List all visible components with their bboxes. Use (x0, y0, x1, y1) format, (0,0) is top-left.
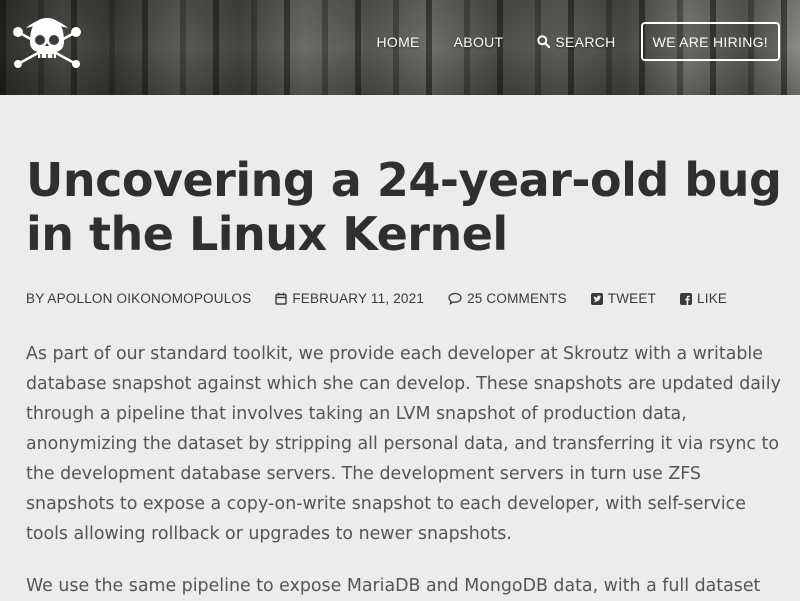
article-paragraph: We use the same pipeline to expose Maria… (26, 576, 761, 596)
nav-search-link[interactable]: SEARCH (537, 34, 615, 50)
main-nav: HOME ABOUT SEARCH WE ARE HIRING! (376, 22, 780, 61)
author-text: BY APOLLON OIKONOMOPOULOS (26, 291, 252, 306)
search-icon (537, 35, 551, 48)
facebook-icon (680, 292, 693, 305)
like-link[interactable]: LIKE (680, 291, 727, 306)
article-paragraph: As part of our standard toolkit, we prov… (26, 344, 781, 544)
like-text: LIKE (697, 291, 728, 306)
comment-icon (448, 292, 462, 305)
comments-text: 25 COMMENTS (467, 291, 567, 306)
tweet-text: TWEET (607, 291, 657, 306)
date-text: FEBRUARY 11, 2021 (292, 291, 425, 306)
article-date: FEBRUARY 11, 2021 (275, 291, 424, 306)
nav-about-link[interactable]: ABOUT (454, 34, 504, 50)
skull-logo-icon[interactable] (10, 12, 84, 72)
article-meta: BY APOLLON OIKONOMOPOULOS FEBRUARY 11, 2… (26, 291, 786, 306)
nav-home-link[interactable]: HOME (376, 34, 419, 50)
twitter-icon (590, 292, 603, 305)
comments-link[interactable]: 25 COMMENTS (448, 291, 567, 306)
tweet-link[interactable]: TWEET (590, 291, 657, 306)
article-author[interactable]: BY APOLLON OIKONOMOPOULOS (26, 291, 251, 306)
article: Uncovering a 24-year-old bug in the Linu… (26, 95, 786, 601)
we-are-hiring-button[interactable]: WE ARE HIRING! (640, 22, 780, 61)
site-header: HOME ABOUT SEARCH WE ARE HIRING! (0, 0, 800, 95)
article-title: Uncovering a 24-year-old bug in the Linu… (26, 153, 782, 261)
calendar-icon (275, 292, 288, 305)
nav-search-label: SEARCH (555, 33, 616, 50)
